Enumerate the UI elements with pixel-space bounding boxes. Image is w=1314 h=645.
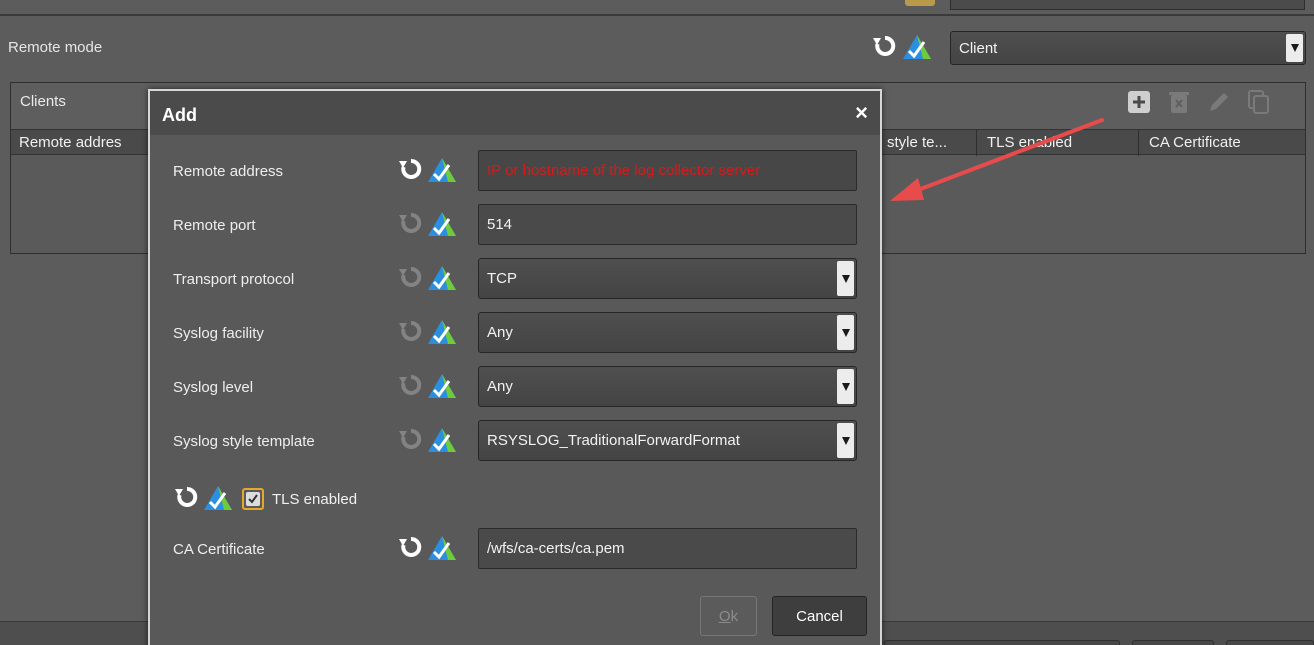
- default-value-icon[interactable]: [426, 317, 458, 349]
- remote-address-input[interactable]: IP or hostname of the log collector serv…: [478, 150, 857, 191]
- reset-icon[interactable]: [398, 266, 424, 292]
- syslog-style-template-icons: [398, 425, 458, 457]
- ca-certificate-input[interactable]: /wfs/ca-certs/ca.pem: [478, 528, 857, 569]
- remote-mode-select[interactable]: Client: [950, 31, 1306, 65]
- dialog-title: Add: [162, 105, 197, 125]
- syslog-style-template-value: RSYSLOG_TraditionalForwardFormat: [487, 432, 740, 449]
- ok-label-rest: k: [730, 607, 739, 625]
- bottom-cut-button[interactable]: [1226, 640, 1314, 645]
- default-value-icon[interactable]: [426, 533, 458, 565]
- remote-address-placeholder: IP or hostname of the log collector serv…: [487, 162, 761, 179]
- clients-toolbar: [1127, 90, 1271, 114]
- default-value-icon[interactable]: [202, 483, 234, 515]
- checkbox-tick-icon: [246, 492, 260, 506]
- ca-certificate-value: /wfs/ca-certs/ca.pem: [487, 540, 625, 557]
- syslog-facility-label: Syslog facility: [173, 325, 264, 342]
- syslog-level-label: Syslog level: [173, 379, 254, 396]
- default-value-icon[interactable]: [901, 32, 933, 64]
- column-header-style-template[interactable]: style te...: [887, 134, 947, 151]
- cancel-button[interactable]: Cancel: [772, 596, 867, 636]
- close-icon[interactable]: ×: [855, 102, 868, 124]
- bottom-cut-button[interactable]: [1132, 640, 1214, 645]
- remote-address-icons: [398, 155, 458, 187]
- tls-enabled-label[interactable]: TLS enabled: [272, 491, 357, 508]
- reset-icon[interactable]: [398, 428, 424, 454]
- syslog-facility-value: Any: [487, 324, 513, 341]
- top-cut-icon: [905, 0, 935, 6]
- ok-button[interactable]: Ok: [700, 596, 757, 636]
- dropdown-arrow-icon[interactable]: [837, 315, 854, 350]
- remote-port-value: 514: [487, 216, 513, 233]
- remote-port-icons: [398, 209, 458, 241]
- edit-icon[interactable]: [1207, 90, 1231, 114]
- tls-enabled-row: TLS enabled: [174, 483, 357, 515]
- syslog-level-select[interactable]: Any: [478, 366, 857, 407]
- column-header-tls-enabled[interactable]: TLS enabled: [987, 134, 1072, 151]
- add-dialog: Add × Remote address IP or hostname of t…: [148, 89, 882, 645]
- top-cut-select[interactable]: [950, 0, 1305, 10]
- dropdown-arrow-icon[interactable]: [1286, 34, 1303, 62]
- bottom-cut-button[interactable]: [884, 640, 1120, 645]
- dialog-title-bar[interactable]: Add ×: [150, 91, 880, 135]
- default-value-icon[interactable]: [426, 155, 458, 187]
- default-value-icon[interactable]: [426, 263, 458, 295]
- reset-icon[interactable]: [398, 158, 424, 184]
- remote-address-label: Remote address: [173, 163, 284, 180]
- syslog-facility-icons: [398, 317, 458, 349]
- reset-icon[interactable]: [398, 212, 424, 238]
- default-value-icon[interactable]: [426, 425, 458, 457]
- ca-certificate-label: CA Certificate: [173, 541, 265, 558]
- dropdown-arrow-icon[interactable]: [837, 369, 854, 404]
- remote-mode-label: Remote mode: [8, 39, 103, 56]
- column-header-remote-address[interactable]: Remote addres: [19, 134, 122, 151]
- transport-protocol-label: Transport protocol: [173, 271, 295, 288]
- reset-icon[interactable]: [398, 536, 424, 562]
- column-header-ca-certificate[interactable]: CA Certificate: [1149, 134, 1241, 151]
- reset-icon[interactable]: [872, 35, 898, 61]
- remote-mode-value: Client: [959, 39, 998, 57]
- app-window: Remote mode Client Clients Remote addres…: [0, 0, 1314, 645]
- add-icon[interactable]: [1127, 90, 1151, 114]
- dropdown-arrow-icon[interactable]: [837, 423, 854, 458]
- default-value-icon[interactable]: [426, 371, 458, 403]
- dropdown-arrow-icon[interactable]: [837, 261, 854, 296]
- copy-icon[interactable]: [1247, 90, 1271, 114]
- clients-title: Clients: [20, 93, 66, 110]
- syslog-style-template-select[interactable]: RSYSLOG_TraditionalForwardFormat: [478, 420, 857, 461]
- ok-mnemonic: O: [718, 607, 731, 625]
- ca-certificate-icons: [398, 533, 458, 565]
- transport-protocol-value: TCP: [487, 270, 517, 287]
- tls-enabled-checkbox[interactable]: [242, 488, 264, 510]
- top-divider: [0, 14, 1314, 16]
- reset-icon[interactable]: [174, 486, 200, 512]
- column-separator[interactable]: [976, 130, 977, 156]
- syslog-level-value: Any: [487, 378, 513, 395]
- syslog-facility-select[interactable]: Any: [478, 312, 857, 353]
- syslog-level-icons: [398, 371, 458, 403]
- remote-mode-icons: [872, 32, 933, 64]
- transport-protocol-icons: [398, 263, 458, 295]
- remote-port-label: Remote port: [173, 217, 256, 234]
- syslog-style-template-label: Syslog style template: [173, 433, 315, 450]
- transport-protocol-select[interactable]: TCP: [478, 258, 857, 299]
- default-value-icon[interactable]: [426, 209, 458, 241]
- column-separator[interactable]: [1138, 130, 1139, 156]
- reset-icon[interactable]: [398, 374, 424, 400]
- remote-port-input[interactable]: 514: [478, 204, 857, 245]
- delete-icon[interactable]: [1167, 90, 1191, 114]
- reset-icon[interactable]: [398, 320, 424, 346]
